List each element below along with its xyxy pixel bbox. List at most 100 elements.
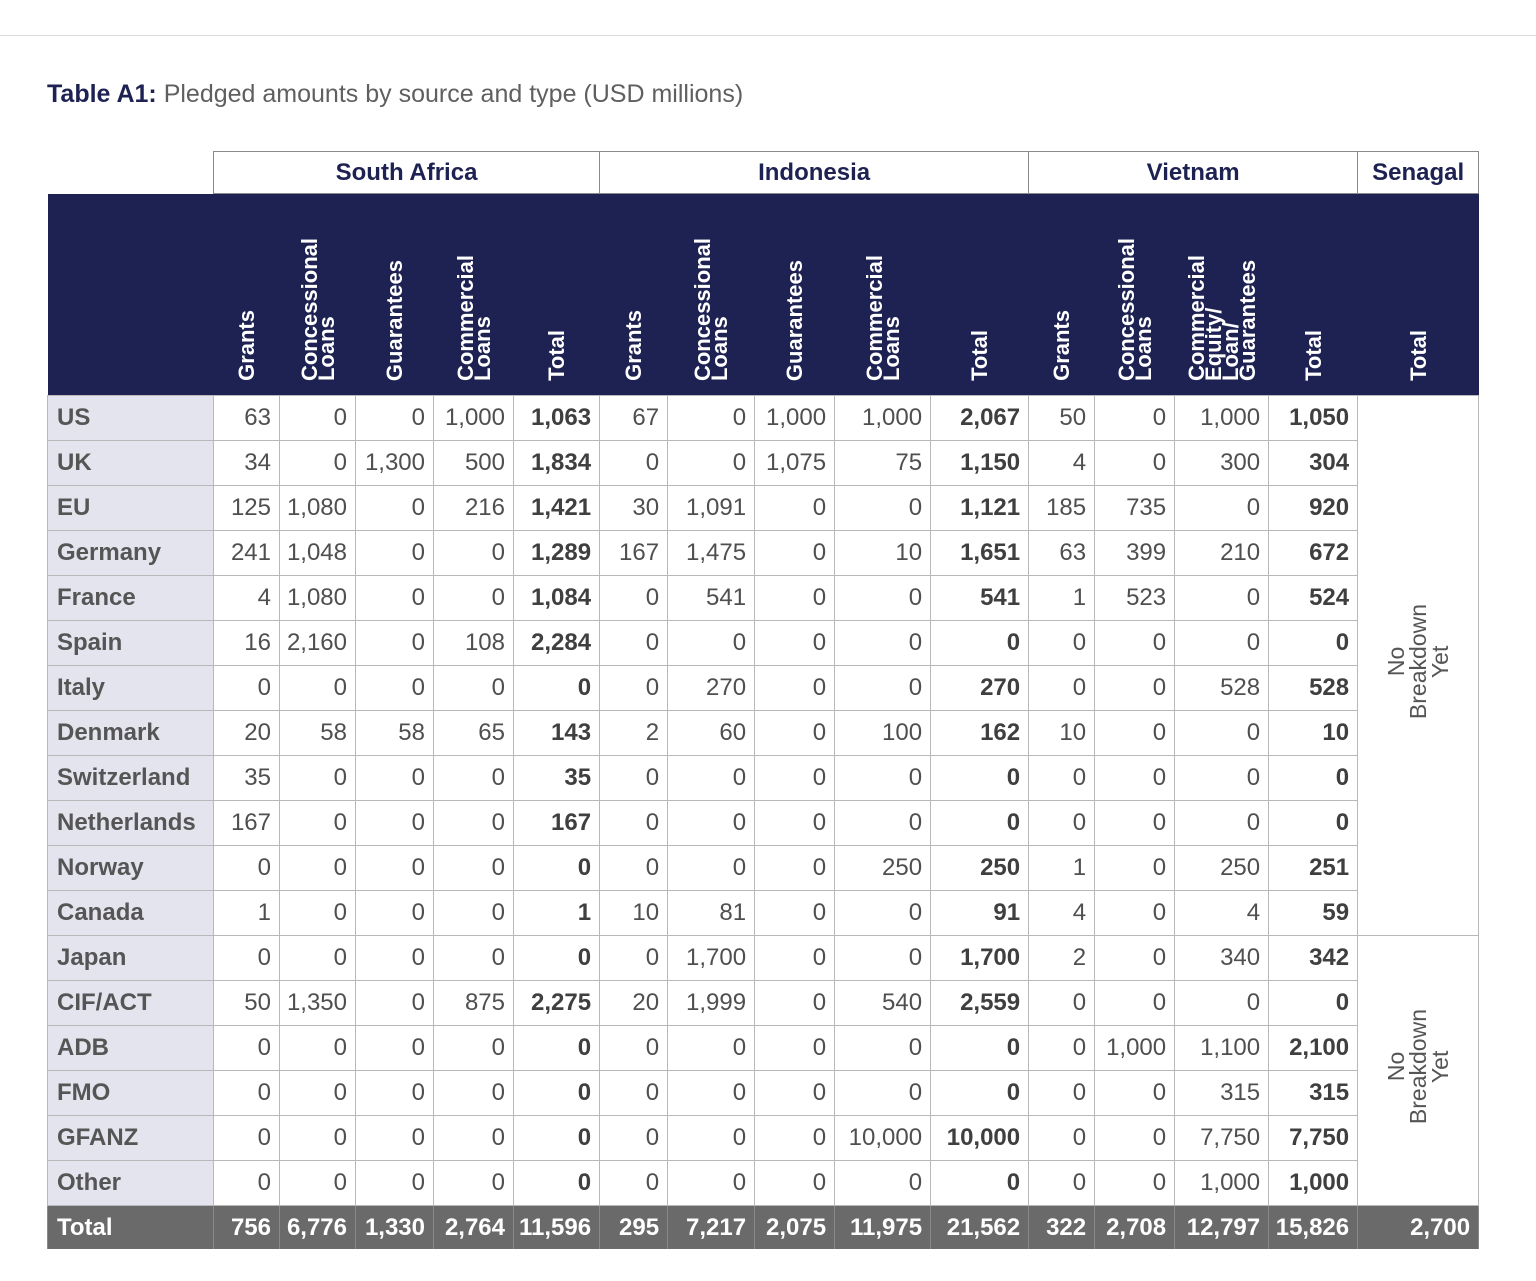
column-header-wrap: Total	[514, 330, 600, 381]
total-cell: 251	[1268, 845, 1359, 891]
total-cell: 0	[1268, 755, 1359, 801]
value-cell: 0	[667, 395, 756, 441]
value-cell: 125	[213, 485, 280, 531]
row-label: Spain	[47, 620, 214, 666]
total-cell: 1,063	[512, 395, 601, 441]
total-cell: 2,100	[1268, 1025, 1359, 1071]
column-header-id: Grants	[599, 193, 668, 396]
table-row: Italy 0 0 0 0 0 0 270 0 0 270 0 0 528 528	[47, 665, 1479, 711]
value-cell: 167	[213, 800, 280, 846]
value-cell: 65	[433, 710, 514, 756]
column-header-label: Concessional Loans	[690, 237, 733, 381]
total-cell: 2,067	[930, 395, 1030, 441]
value-cell: 0	[279, 845, 356, 891]
total-cell: 672	[1268, 530, 1359, 576]
value-cell: 0	[355, 800, 434, 846]
column-header-wrap: Concessional Loans	[1095, 238, 1175, 381]
column-header-blank	[47, 193, 214, 396]
column-header-wrap: Guarantees	[356, 260, 434, 381]
value-cell: 0	[355, 755, 434, 801]
value-cell: 0	[1094, 935, 1176, 981]
total-cell: 528	[1268, 665, 1359, 711]
column-header-label: Total	[1300, 330, 1326, 381]
row-label: Canada	[47, 890, 214, 936]
value-cell: 0	[1094, 845, 1176, 891]
column-header-label: Concessional Loans	[296, 237, 339, 381]
value-cell: 210	[1174, 530, 1270, 576]
table-row: Switzerland 35 0 0 0 35 0 0 0 0 0 0 0 0 0	[47, 755, 1479, 801]
total-cell: 342	[1268, 935, 1359, 981]
total-cell: 1,700	[930, 935, 1030, 981]
total-cell: 0	[512, 1070, 601, 1116]
value-cell: 0	[355, 575, 434, 621]
value-cell: 0	[754, 710, 836, 756]
column-header-sa: Commercial Loans	[433, 193, 514, 396]
column-header-vn: Total	[1268, 193, 1358, 396]
value-cell: 315	[1174, 1070, 1270, 1116]
value-cell: 0	[433, 665, 514, 711]
total-cell: 541	[930, 575, 1030, 621]
value-cell: 10,000	[834, 1115, 932, 1161]
value-cell: 0	[1028, 980, 1096, 1026]
column-header-label: Total	[544, 330, 570, 381]
caption-text: Pledged amounts by source and type (USD …	[163, 80, 744, 108]
total-cell: 315	[1268, 1070, 1359, 1116]
table-row: France 4 1,080 0 0 1,084 0 541 0 0 541 1 523 0 524	[47, 575, 1479, 621]
value-cell: 0	[754, 575, 836, 621]
value-cell: 0	[834, 1070, 932, 1116]
value-cell: 0	[599, 665, 669, 711]
value-cell: 1,080	[279, 485, 356, 531]
value-cell: 0	[213, 1070, 280, 1116]
value-cell: 35	[213, 755, 280, 801]
no-breakdown-label: No Breakdown Yet	[1383, 1009, 1454, 1125]
value-cell: 0	[1028, 1115, 1096, 1161]
value-cell: 0	[1174, 620, 1270, 666]
total-cell: 0	[930, 1025, 1030, 1071]
total-cell: 524	[1268, 575, 1359, 621]
column-header-sa: Guarantees	[355, 193, 434, 396]
value-cell: 1	[1028, 575, 1096, 621]
column-header-id: Concessional Loans	[667, 193, 755, 396]
value-cell: 0	[433, 1025, 514, 1071]
value-cell: 0	[834, 485, 932, 531]
table-row: Netherlands 167 0 0 0 167 0 0 0 0 0 0 0 0 0	[47, 800, 1479, 846]
grand-total-cell: 2,075	[754, 1205, 836, 1249]
value-cell: 1,999	[667, 980, 756, 1026]
value-cell: 1,000	[1174, 1160, 1270, 1206]
value-cell: 0	[599, 935, 669, 981]
row-label: Japan	[47, 935, 214, 981]
value-cell: 0	[667, 1115, 756, 1161]
value-cell: 0	[279, 1160, 356, 1206]
value-cell: 81	[667, 890, 756, 936]
grand-total-cell: 2,764	[433, 1205, 514, 1249]
column-header-id: Guarantees	[754, 193, 835, 396]
row-label: GFANZ	[47, 1115, 214, 1161]
column-header-id: Commercial Loans	[834, 193, 931, 396]
value-cell: 0	[754, 980, 836, 1026]
grand-total-cell: 21,562	[930, 1205, 1030, 1249]
total-cell: 0	[512, 1025, 601, 1071]
value-cell: 0	[355, 530, 434, 576]
value-cell: 1,048	[279, 530, 356, 576]
grand-total-cell: 6,776	[279, 1205, 356, 1249]
value-cell: 0	[1094, 980, 1176, 1026]
total-cell: 0	[512, 845, 601, 891]
table-row: Canada 1 0 0 0 1 10 81 0 0 91 4 0 4 59	[47, 890, 1479, 936]
column-header-wrap: Concessional Loans	[280, 238, 356, 381]
column-header-label: Grants	[1049, 310, 1075, 381]
value-cell: 10	[1028, 710, 1096, 756]
value-cell: 0	[599, 1025, 669, 1071]
row-label: US	[47, 395, 214, 441]
total-cell: 167	[512, 800, 601, 846]
value-cell: 63	[1028, 530, 1096, 576]
value-cell: 399	[1094, 530, 1176, 576]
total-cell: 10	[1268, 710, 1359, 756]
total-cell: 0	[930, 620, 1030, 666]
grand-total-cell: 2,708	[1094, 1205, 1176, 1249]
table-row: Denmark 20 58 58 65 143 2 60 0 100 162 10 0 0 10	[47, 710, 1479, 756]
value-cell: 1,700	[667, 935, 756, 981]
value-cell: 0	[1028, 755, 1096, 801]
column-header-label: Commercial Equity/ Loan/ Guarantees	[1183, 255, 1260, 381]
total-cell: 0	[1268, 800, 1359, 846]
value-cell: 540	[834, 980, 932, 1026]
